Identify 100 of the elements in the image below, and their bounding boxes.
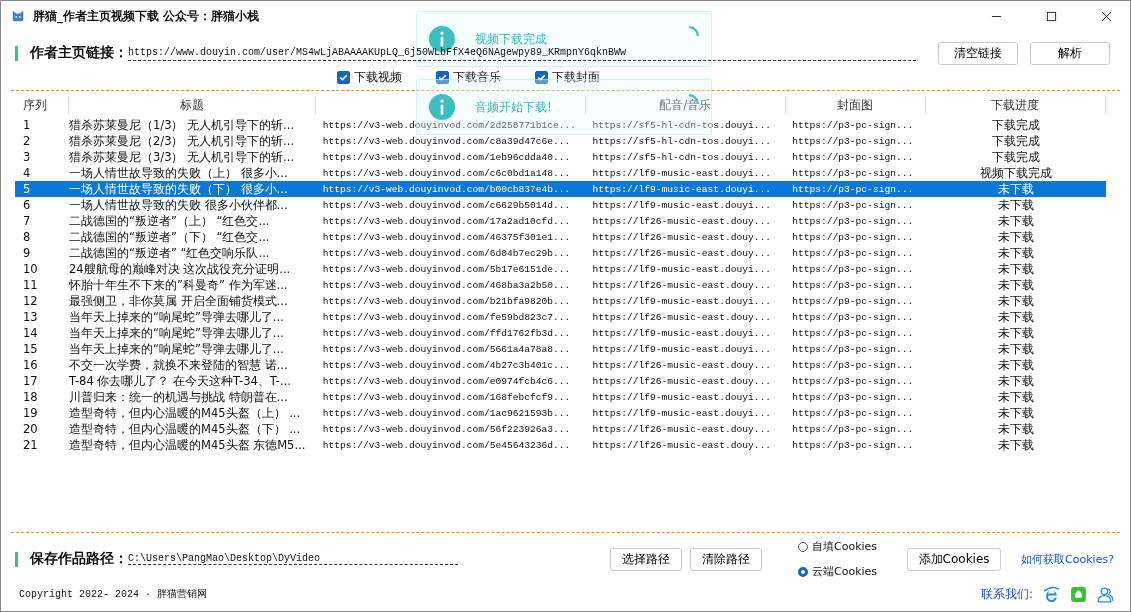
table-cell-text: 5 xyxy=(22,182,32,196)
table-row[interactable]: 21 造型奇特，但内心温暖的M45头盔 东德M5... https://v3-web.douyinvod.com/5e45643236d... https://lf26-music-east.douy... https://p3-pc-sign... 未下载 xyxy=(15,437,1106,453)
table-row[interactable]: 10 24艘航母的巅峰对决 这次战役充分证明... https://v3-web.douyinvod.com/5b17e6151de... https://lf9-music-east.douyi... https://p3-pc-sign... 未下载 xyxy=(15,261,1106,277)
table-row[interactable]: 20 造型奇特，但内心温暖的M45头盔（下） ... https://v3-web.douyinvod.com/56f223926a3... https://lf26-music-east.douy... https://p3-pc-sign... 未下载 xyxy=(15,421,1106,437)
column-header[interactable]: 封面图 xyxy=(785,96,926,114)
path-button[interactable]: 选择路径 xyxy=(610,547,682,571)
column-header[interactable]: 配音/音乐 xyxy=(585,96,786,114)
table-cell-text: 19 xyxy=(22,406,39,420)
table-cell-text: 18 xyxy=(22,390,39,404)
table-cell-text: 一场人情世故导致的失败 很多小伙伴都... xyxy=(68,197,289,213)
table-cell-text: https://p3-pc-sign... xyxy=(791,215,915,227)
table-cell-text: https://p3-pc-sign... xyxy=(791,119,915,131)
table-cell-text: https://v3-web.douyinvod.com/fe59bd823c7... xyxy=(321,311,572,323)
add-cookies-button[interactable]: 添加Cookies xyxy=(907,547,1002,571)
path-button[interactable]: 清除路径 xyxy=(690,547,762,571)
table-row[interactable]: 9 二战德国的“叛逆者” “红色交响乐队... https://v3-web.douyinvod.com/6d04b7ec29b... https://lf26-music-east.douy... https://p3-pc-sign... 未下载 xyxy=(15,245,1106,261)
table-cell-text: 未下载 xyxy=(997,197,1036,213)
radio-button[interactable] xyxy=(798,566,808,577)
table-row[interactable]: 7 二战德国的“叛逆者”（上） “红色交... https://v3-web.douyinvod.com/17a2ad10cfd... https://lf26-music-east.douy... https://p3-pc-sign... 未下载 xyxy=(15,213,1106,229)
table-cell-text: https://lf26-music-east.douy... xyxy=(591,311,772,323)
table-cell-text: 未下载 xyxy=(997,293,1036,309)
help-link[interactable]: 如何获取Cookies? xyxy=(1021,551,1114,567)
table-cell-text: 9 xyxy=(22,246,32,260)
table-cell-text: 下载完成 xyxy=(991,133,1042,149)
table-cell-text: https://p3-pc-sign... xyxy=(791,439,915,451)
table-row[interactable]: 4 一场人情世故导致的失败（上） 很多小... https://v3-web.douyinvod.com/c6c0bd1a148... https://lf9-music-east.douyi... https://p3-pc-sign... 视频下载完成 xyxy=(15,165,1106,181)
column-header[interactable]: 序列 xyxy=(15,96,69,114)
maximize-icon[interactable] xyxy=(1046,10,1057,22)
table-cell-text: 21 xyxy=(22,438,39,452)
checkbox[interactable] xyxy=(337,70,350,84)
table-cell-text: https://lf9-music-east.douyi... xyxy=(591,167,772,179)
table-cell-text: https://p3-pc-sign... xyxy=(791,247,915,259)
table-cell-text: 不交一次学费，就换不来登陆的智慧 诺... xyxy=(68,357,289,373)
table-cell-text: https://v3-web.douyinvod.com/168febcfcf9... xyxy=(321,391,572,403)
option-label: 下载音乐 xyxy=(453,68,501,86)
table-row[interactable]: 6 一场人情世故导致的失败 很多小伙伴都... https://v3-web.douyinvod.com/c6629b5014d... https://lf9-music-east.douyi... https://p3-pc-sign... 未下载 xyxy=(15,197,1106,213)
table-cell-text: https://v3-web.douyinvod.com/e0974fcb4c6... xyxy=(321,375,572,387)
table-row[interactable]: 8 二战德国的“叛逆者”（下） “红色交... https://v3-web.douyinvod.com/46375f301e1... https://lf26-music-east.douy... https://p3-pc-sign... 未下载 xyxy=(15,229,1106,245)
table-row[interactable]: 12 最强侧卫，非你莫属 开启全面铺货模式... https://v3-web.douyinvod.com/b21bfa9820b... https://lf9-music-east.douyi... https://p9-pc-sign... 未下载 xyxy=(15,293,1106,309)
table-cell-text: 当年天上掉来的“响尾蛇”导弹去哪儿了... xyxy=(68,309,285,325)
table-cell-text: 未下载 xyxy=(997,213,1036,229)
table-cell-text: https://lf26-music-east.douy... xyxy=(591,247,772,259)
table-row[interactable]: 5 一场人情世故导致的失败（下） 很多小... https://v3-web.douyinvod.com/b00cb837e4b... https://lf9-music-east.douyi... https://p3-pc-sign... 未下载 xyxy=(15,181,1106,197)
table-cell-text: https://v3-web.douyinvod.com/56f223926a3... xyxy=(321,423,572,435)
table-cell-text: https://lf9-music-east.douyi... xyxy=(591,183,772,195)
table-row[interactable]: 1 猎杀苏莱曼尼（1/3） 无人机引导下的斩... https://v3-web.douyinvod.com/2d258771b1ce... https://sf5-hl-cdn-tos.douyi... https://p3-pc-sign... 下载完成 xyxy=(15,117,1106,133)
table-cell-text: https://lf26-music-east.douy... xyxy=(591,215,772,227)
table-cell-text: 怀胎十年生不下来的”科曼奇” 作为军迷... xyxy=(68,277,289,293)
toast-message: 音频开始下载! xyxy=(475,98,552,116)
table-row[interactable]: 2 猎杀苏莱曼尼（2/3） 无人机引导下的斩... https://v3-web.douyinvod.com/c8a39d47c6e... https://sf5-hl-cdn-tos.douyi... https://p3-pc-sign... 下载完成 xyxy=(15,133,1106,149)
table-cell-text: 24艘航母的巅峰对决 这次战役充分证明... xyxy=(68,261,292,277)
table-cell-text: 未下载 xyxy=(997,341,1036,357)
table-cell-text: 14 xyxy=(22,326,39,340)
table-cell-text: 最强侧卫，非你莫属 开启全面铺货模式... xyxy=(68,293,289,309)
table-cell-text: https://lf26-music-east.douy... xyxy=(591,279,772,291)
table-cell-text: https://v3-web.douyinvod.com/c8a39d47c6e... xyxy=(321,135,572,147)
table-cell-text: https://lf9-music-east.douyi... xyxy=(591,391,772,403)
table-cell-text: https://p3-pc-sign... xyxy=(791,135,915,147)
table-cell-text: 未下载 xyxy=(997,389,1036,405)
table-row[interactable]: 13 当年天上掉来的“响尾蛇”导弹去哪儿了... https://v3-web.douyinvod.com/fe59bd823c7... https://lf26-music-east.douy... https://p3-pc-sign... 未下载 xyxy=(15,309,1106,325)
table-cell-text: 猎杀苏莱曼尼（1/3） 无人机引导下的斩... xyxy=(68,117,296,133)
table-row[interactable]: 3 猎杀苏莱曼尼（3/3） 无人机引导下的斩... https://v3-web.douyinvod.com/1eb96cdda40... https://sf5-hl-cdn-tos.douyi... https://p3-pc-sign... 下载完成 xyxy=(15,149,1106,165)
table-cell-text: https://p3-pc-sign... xyxy=(791,327,915,339)
table-row[interactable]: 17 T-84 你去哪儿了？ 在今天这种T-34、T-... https://v3-web.douyinvod.com/e0974fcb4c6... https://lf26-music-east.douy... https://p3-pc-sign... 未下载 xyxy=(15,373,1106,389)
close-icon[interactable] xyxy=(1101,10,1112,22)
table-cell-text: 二战德国的“叛逆者” “红色交响乐队... xyxy=(68,245,271,261)
column-header[interactable]: 标题 xyxy=(68,96,317,114)
checkbox[interactable] xyxy=(535,70,548,84)
table-row[interactable]: 18 川普归来：统一的机遇与挑战 特朗普在... https://v3-web.douyinvod.com/168febcfcf9... https://lf9-music-east.douyi... https://p3-pc-sign... 未下载 xyxy=(15,389,1106,405)
table-cell-text: 未下载 xyxy=(997,357,1036,373)
contact-label: 联系我们: xyxy=(980,585,1033,603)
table-cell-text: https://lf26-music-east.douy... xyxy=(591,375,772,387)
table-cell-text: https://p3-pc-sign... xyxy=(791,199,915,211)
table-cell-text: 未下载 xyxy=(997,181,1036,197)
table-row[interactable]: 14 当年天上掉来的“响尾蛇”导弹去哪儿了... https://v3-web.douyinvod.com/ffd1762fb3d... https://lf9-music-east.douyi... https://p3-pc-sign... 未下载 xyxy=(15,325,1106,341)
browser-icon[interactable] xyxy=(1043,585,1060,603)
table-cell-text: 12 xyxy=(22,294,39,308)
table-cell-text: 未下载 xyxy=(997,437,1036,453)
users-icon[interactable] xyxy=(1097,585,1114,603)
column-header[interactable]: 下载进度 xyxy=(926,96,1106,114)
table-row[interactable]: 11 怀胎十年生不下来的”科曼奇” 作为军迷... https://v3-web.douyinvod.com/468ba3a2b50... https://lf26-music-east.douy... https://p3-pc-sign... 未下载 xyxy=(15,277,1106,293)
action-button[interactable]: 解析 xyxy=(1030,41,1110,65)
table-cell-text: 造型奇特，但内心温暖的M45头盔（上） ... xyxy=(68,405,302,421)
table-cell-text: 7 xyxy=(22,214,32,228)
table-cell-text: https://v3-web.douyinvod.com/5661a4a78a8... xyxy=(321,343,572,355)
table-cell-text: https://sf5-hl-cdn-tos.douyi... xyxy=(591,151,772,163)
table-cell-text: https://v3-web.douyinvod.com/1ac9621593b... xyxy=(321,407,572,419)
radio-button[interactable] xyxy=(798,541,808,552)
action-button[interactable]: 清空链接 xyxy=(938,41,1019,65)
table-cell-text: 4 xyxy=(22,166,32,180)
checkbox[interactable] xyxy=(436,70,449,84)
table-cell-text: https://p3-pc-sign... xyxy=(791,151,915,163)
link-label: 作者主页链接： xyxy=(30,44,128,62)
table-row[interactable]: 15 当年天上掉来的“响尾蛇”导弹去哪儿了... https://v3-web.douyinvod.com/5661a4a78a8... https://lf9-music-east.douyi... https://p3-pc-sign... 未下载 xyxy=(15,341,1106,357)
table-cell-text: 未下载 xyxy=(997,261,1036,277)
table-row[interactable]: 19 造型奇特，但内心温暖的M45头盔（上） ... https://v3-web.douyinvod.com/1ac9621593b... https://lf9-music-east.douyi... https://p3-pc-sign... 未下载 xyxy=(15,405,1106,421)
table-cell-text: https://p3-pc-sign... xyxy=(791,167,915,179)
link-input-field[interactable]: https://www.douyin.com/user/MS4wLjABAAAAKUpLQ_6j50WLbFfX4eQ6NAgewpy89_KRmpnY6qknBWw xyxy=(128,47,627,58)
table-row[interactable]: 16 不交一次学费，就换不来登陆的智慧 诺... https://v3-web.douyinvod.com/4b27c3b401c... https://lf26-music-east.douy... https://p3-pc-sign... 未下载 xyxy=(15,357,1106,373)
table-cell-text: https://p3-pc-sign... xyxy=(791,375,915,387)
